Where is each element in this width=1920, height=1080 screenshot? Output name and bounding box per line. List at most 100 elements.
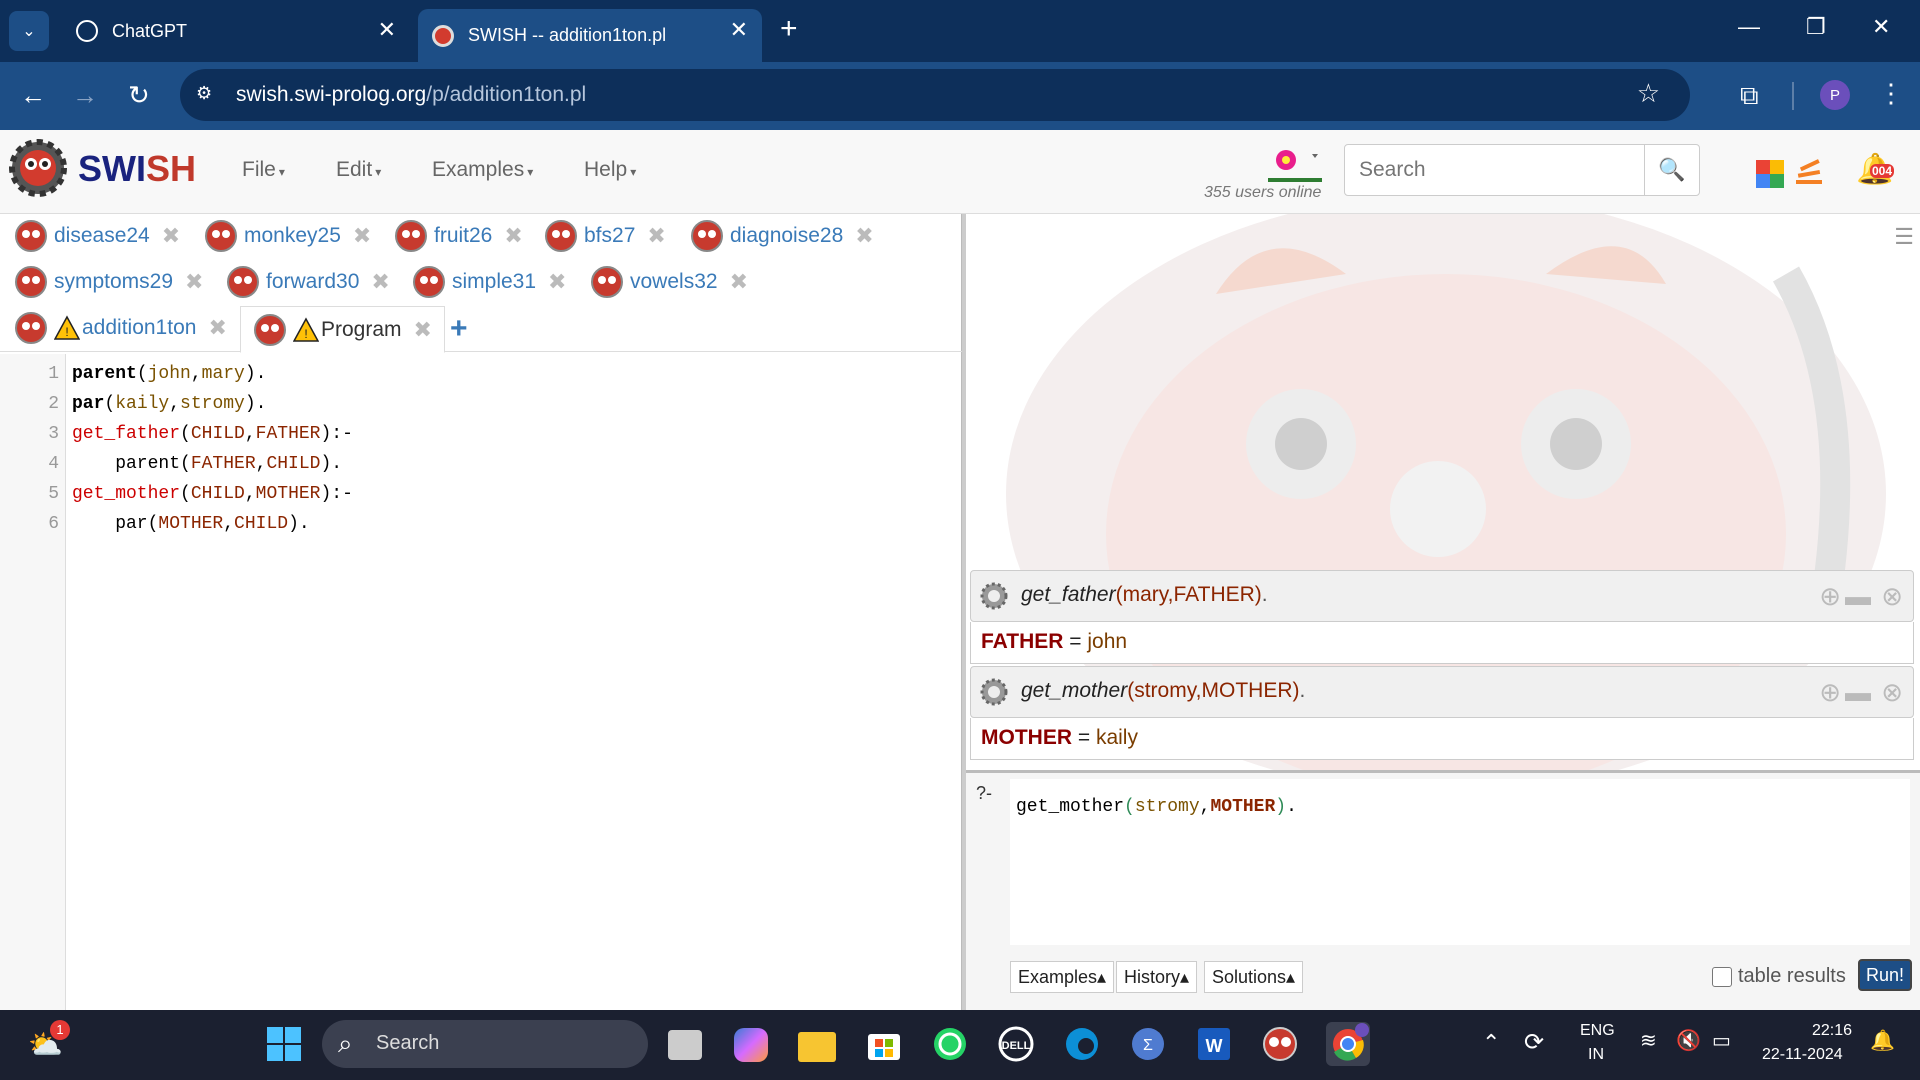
file-tab[interactable]: vowels32 ✖ — [590, 260, 748, 304]
answer-variable: FATHER — [981, 630, 1064, 653]
file-tab[interactable]: fruit26 ✖ — [394, 214, 523, 258]
close-query-icon[interactable]: ⊗ — [1881, 677, 1903, 708]
close-tab-icon[interactable]: ✖ — [548, 269, 566, 295]
whatsapp-icon[interactable] — [930, 1024, 970, 1064]
search-button[interactable]: 🔍 — [1645, 145, 1699, 195]
line-number: 4 — [48, 454, 59, 474]
weather-icon[interactable]: ⛅ 1 — [28, 1020, 70, 1064]
results-menu-icon[interactable]: ☰ — [1894, 224, 1914, 250]
download-icon[interactable]: ⊕ — [1819, 581, 1841, 612]
minimize-icon[interactable]: — — [1738, 14, 1760, 40]
bookmark-star-icon[interactable]: ☆ — [1637, 78, 1660, 109]
download-icon[interactable]: ⊕ — [1819, 677, 1841, 708]
more-menu-icon[interactable]: ⋮ — [1878, 78, 1904, 109]
google-stackoverflow-login-icon[interactable] — [1756, 156, 1826, 192]
close-tab-icon[interactable]: ✖ — [855, 223, 873, 249]
file-tab[interactable]: symptoms29 ✖ — [14, 260, 203, 304]
query-prompt: ?- — [976, 783, 993, 803]
swish-owl-icon — [591, 266, 623, 298]
swish-app-icon[interactable] — [1260, 1024, 1300, 1064]
close-tab-icon[interactable]: ✖ — [162, 223, 180, 249]
file-tab[interactable]: forward30 ✖ — [226, 260, 390, 304]
file-tab[interactable]: disease24 ✖ — [14, 214, 180, 258]
reload-icon[interactable]: ↻ — [128, 80, 150, 110]
profile-avatar[interactable]: P — [1820, 80, 1850, 110]
file-tab[interactable]: ! addition1ton ✖ — [14, 306, 227, 350]
tray-chevron-icon[interactable]: ⌃ — [1482, 1030, 1500, 1056]
sync-icon[interactable]: ⟳ — [1524, 1028, 1544, 1057]
minimize-query-icon[interactable]: ▬ — [1845, 677, 1871, 708]
file-tab[interactable]: simple31 ✖ — [412, 260, 566, 304]
clock-time[interactable]: 22:16 — [1812, 1022, 1852, 1040]
math-solver-icon[interactable]: Σ — [1128, 1024, 1168, 1064]
windows-start-icon[interactable] — [264, 1024, 304, 1064]
battery-icon[interactable]: ▭ — [1712, 1028, 1731, 1053]
copilot-icon[interactable] — [734, 1028, 768, 1062]
menu-edit[interactable]: Edit ▾ — [336, 158, 381, 182]
back-icon[interactable]: ← — [20, 80, 46, 110]
file-tab-active[interactable]: ! Program ✖ — [240, 306, 445, 353]
code-line: par(MOTHER,CHILD). — [72, 514, 310, 534]
close-tab-icon[interactable]: ✖ — [504, 223, 522, 249]
extensions-icon[interactable]: ⧉ — [1740, 80, 1759, 112]
close-query-icon[interactable]: ⊗ — [1881, 581, 1903, 612]
task-view-icon[interactable] — [668, 1030, 702, 1060]
solutions-dropdown-button[interactable]: Solutions▴ — [1204, 961, 1304, 993]
run-button[interactable]: Run! — [1858, 959, 1912, 991]
browser-tab-bar: ⌄ ChatGPT ✕ SWISH -- addition1ton.pl ✕ +… — [0, 0, 1920, 62]
file-tab[interactable]: monkey25 ✖ — [204, 214, 371, 258]
browser-tab-swish[interactable]: SWISH -- addition1ton.pl ✕ — [418, 9, 762, 62]
table-results-checkbox[interactable] — [1712, 967, 1732, 987]
restore-icon[interactable]: ❐ — [1806, 14, 1826, 40]
dell-icon[interactable]: DELL — [996, 1024, 1036, 1064]
new-tab-button[interactable]: + — [780, 14, 798, 44]
add-tab-button[interactable]: + — [450, 312, 468, 346]
menu-help[interactable]: Help ▾ — [584, 158, 636, 182]
examples-dropdown-button[interactable]: Examples▴ — [1010, 961, 1115, 993]
microsoft-store-icon[interactable] — [864, 1024, 904, 1064]
code-line: get_mother(CHILD,MOTHER):- — [72, 484, 353, 504]
file-explorer-icon[interactable] — [798, 1032, 836, 1062]
file-tab[interactable]: diagnoise28 ✖ — [690, 214, 874, 258]
close-tab-icon[interactable]: ✖ — [647, 223, 665, 249]
search-input[interactable] — [1345, 145, 1645, 195]
notifications-bell[interactable]: 🔔 004 — [1856, 152, 1895, 187]
query-editor[interactable]: get_mother(stromy,MOTHER). — [1010, 779, 1910, 945]
file-tab[interactable]: bfs27 ✖ — [544, 214, 666, 258]
query-header[interactable]: get_father(mary,FATHER). ⊕ ▬ ⊗ — [970, 570, 1914, 622]
close-tab-icon[interactable]: ✖ — [414, 317, 432, 343]
code-editor[interactable]: parent(john,mary). par(kaily,stromy). ge… — [66, 354, 960, 1010]
close-tab-icon[interactable]: ✖ — [730, 269, 748, 295]
close-tab-icon[interactable]: ✕ — [730, 19, 748, 41]
language-indicator[interactable]: ENG — [1580, 1022, 1615, 1040]
wifi-icon[interactable]: ≋ — [1640, 1028, 1657, 1053]
tab-search-button[interactable]: ⌄ — [9, 11, 49, 51]
menu-examples[interactable]: Examples ▾ — [432, 158, 533, 182]
close-window-icon[interactable]: ✕ — [1872, 14, 1890, 40]
history-dropdown-button[interactable]: History▴ — [1116, 961, 1198, 993]
pengine-status-icon[interactable] — [1268, 144, 1328, 184]
swish-logo-icon[interactable] — [6, 136, 70, 200]
forward-icon[interactable]: → — [72, 80, 98, 110]
menu-file[interactable]: File ▾ — [242, 158, 285, 182]
taskbar-search[interactable]: ⌕ Search — [322, 1020, 648, 1068]
close-tab-icon[interactable]: ✖ — [371, 269, 389, 295]
url-field[interactable]: ⚙ swish.swi-prolog.org/p/addition1ton.pl… — [180, 69, 1690, 121]
site-info-icon[interactable]: ⚙ — [196, 83, 212, 104]
word-icon[interactable]: W — [1194, 1024, 1234, 1064]
chrome-icon[interactable] — [1326, 1022, 1370, 1066]
close-tab-icon[interactable]: ✖ — [185, 269, 203, 295]
notification-center-icon[interactable]: 🔔 — [1870, 1028, 1895, 1053]
minimize-query-icon[interactable]: ▬ — [1845, 581, 1871, 612]
close-tab-icon[interactable]: ✖ — [208, 315, 226, 341]
gear-icon — [980, 582, 1008, 610]
close-tab-icon[interactable]: ✕ — [378, 19, 396, 41]
url-path: /p/addition1ton.pl — [426, 83, 587, 106]
volume-muted-icon[interactable]: 🔇 — [1676, 1028, 1701, 1053]
browser-tab-chatgpt[interactable]: ChatGPT ✕ — [62, 9, 410, 53]
close-tab-icon[interactable]: ✖ — [353, 223, 371, 249]
clock-date: 22-11-2024 — [1762, 1046, 1843, 1063]
query-header[interactable]: get_mother(stromy,MOTHER). ⊕ ▬ ⊗ — [970, 666, 1914, 718]
edge-icon[interactable] — [1062, 1024, 1102, 1064]
swish-logo-text[interactable]: SWISH — [78, 148, 196, 190]
